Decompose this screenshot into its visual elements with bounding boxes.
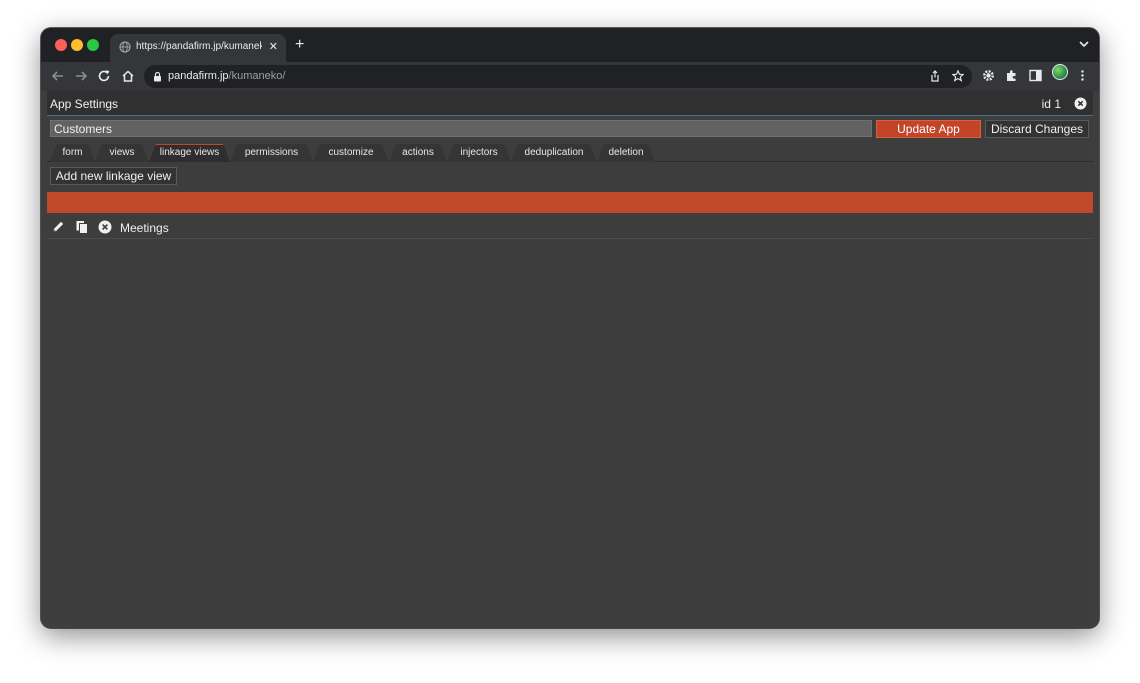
- edit-pencil-icon[interactable]: [51, 220, 65, 234]
- delete-icon[interactable]: [98, 220, 112, 234]
- tab-form[interactable]: form: [50, 144, 95, 162]
- panel-header: App Settings id 1: [47, 91, 1093, 116]
- back-icon[interactable]: [50, 68, 66, 84]
- discard-changes-button[interactable]: Discard Changes: [985, 120, 1089, 138]
- tab-deletion[interactable]: deletion: [597, 144, 655, 162]
- tab-title: https://pandafirm.jp/kumaneko/: [136, 41, 262, 52]
- browser-window: https://pandafirm.jp/kumaneko/ ✕ + panda…: [41, 28, 1099, 628]
- home-icon[interactable]: [120, 68, 136, 84]
- gear-icon[interactable]: [982, 69, 995, 82]
- more-options-icon[interactable]: [1076, 69, 1089, 82]
- profile-avatar[interactable]: [1052, 64, 1068, 80]
- browser-tab[interactable]: https://pandafirm.jp/kumaneko/ ✕: [110, 34, 286, 62]
- close-window-button[interactable]: [55, 39, 67, 51]
- close-icon[interactable]: [1074, 97, 1087, 110]
- url-path: /kumaneko/: [228, 70, 286, 82]
- linkage-list-header-bar: [47, 192, 1093, 213]
- panel-title: App Settings: [50, 97, 119, 111]
- lock-icon: [154, 71, 161, 82]
- share-icon[interactable]: [929, 70, 941, 82]
- tab-permissions[interactable]: permissions: [230, 144, 313, 162]
- app-settings-panel: App Settings id 1 Update App Discard Cha…: [47, 91, 1093, 624]
- copy-icon[interactable]: [75, 220, 89, 234]
- close-tab-icon[interactable]: ✕: [269, 40, 278, 53]
- linkage-view-name: Meetings: [120, 221, 169, 235]
- side-panel-icon[interactable]: [1029, 69, 1042, 82]
- page-content: App Settings id 1 Update App Discard Cha…: [41, 91, 1099, 628]
- url-text: pandafirm.jp/kumaneko/: [168, 70, 285, 82]
- settings-tabs: form views linkage views permissions cus…: [47, 144, 1093, 162]
- tab-views[interactable]: views: [95, 144, 149, 162]
- bookmark-star-icon[interactable]: [952, 70, 964, 82]
- tab-deduplication[interactable]: deduplication: [511, 144, 597, 162]
- tab-strip: https://pandafirm.jp/kumaneko/ ✕ +: [41, 28, 1099, 62]
- app-id-label: id 1: [1041, 97, 1061, 111]
- list-item: Meetings: [47, 215, 1093, 239]
- maximize-window-button[interactable]: [87, 39, 99, 51]
- tab-injectors[interactable]: injectors: [447, 144, 511, 162]
- url-host: pandafirm.jp: [168, 70, 229, 82]
- tab-actions[interactable]: actions: [389, 144, 447, 162]
- forward-icon[interactable]: [73, 68, 89, 84]
- update-app-button[interactable]: Update App: [876, 120, 981, 138]
- minimize-window-button[interactable]: [71, 39, 83, 51]
- chevron-down-icon[interactable]: [1079, 40, 1089, 48]
- extensions-puzzle-icon[interactable]: [1005, 69, 1018, 82]
- app-name-input[interactable]: [50, 120, 872, 137]
- address-bar[interactable]: pandafirm.jp/kumaneko/: [144, 65, 972, 88]
- globe-icon: [119, 41, 131, 53]
- tab-customize[interactable]: customize: [313, 144, 389, 162]
- tab-linkage-views[interactable]: linkage views: [149, 144, 230, 162]
- browser-toolbar: pandafirm.jp/kumaneko/: [41, 62, 1099, 91]
- add-linkage-view-button[interactable]: Add new linkage view: [50, 167, 177, 185]
- new-tab-icon[interactable]: +: [295, 36, 304, 54]
- reload-icon[interactable]: [96, 68, 112, 84]
